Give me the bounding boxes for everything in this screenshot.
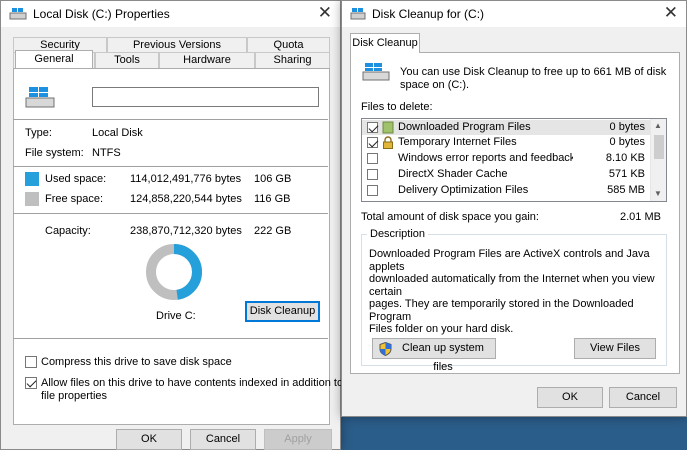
disk-cleanup-button[interactable]: Disk Cleanup: [245, 301, 320, 322]
capacity-gb: 222 GB: [254, 225, 292, 237]
used-space-swatch: [25, 172, 39, 186]
close-icon[interactable]: ✕: [664, 3, 678, 23]
total-gain-label: Total amount of disk space you gain:: [361, 211, 539, 223]
index-checkbox[interactable]: [25, 377, 37, 389]
shield-icon: [379, 342, 392, 356]
free-space-bytes: 124,858,220,544 bytes: [130, 193, 242, 205]
disk-cleanup-window: Disk Cleanup for (C:) ✕ Disk Cleanup You…: [341, 0, 687, 417]
list-scrollbar[interactable]: ▲ ▼: [650, 119, 666, 201]
file-name: DirectX Shader Cache: [398, 168, 508, 180]
tab-hardware[interactable]: Hardware: [159, 52, 255, 68]
divider: [13, 166, 328, 167]
tab-disk-cleanup[interactable]: Disk Cleanup: [350, 33, 420, 53]
filesystem-value: NTFS: [92, 147, 121, 159]
intro-line2: space on (C:).: [400, 79, 470, 91]
free-space-gb: 116 GB: [254, 193, 291, 205]
file-name: Downloaded Program Files: [398, 121, 531, 133]
index-label-line1: Allow files on this drive to have conten…: [41, 377, 344, 389]
drive-label: Drive C:: [156, 310, 196, 322]
used-space-gb: 106 GB: [254, 173, 292, 185]
description-line: Files folder on your hard disk.: [369, 323, 514, 335]
files-listbox[interactable]: Downloaded Program Files 0 bytes Tempora…: [361, 118, 667, 202]
view-files-button[interactable]: View Files: [574, 338, 656, 359]
file-name: Windows error reports and feedback di...: [398, 152, 573, 164]
file-checkbox[interactable]: [367, 137, 378, 148]
divider: [13, 119, 328, 120]
filesystem-label: File system:: [25, 147, 84, 159]
file-size: 0 bytes: [609, 121, 645, 133]
type-label: Type:: [25, 127, 52, 139]
list-item[interactable]: Windows error reports and feedback di...…: [362, 151, 651, 166]
tab-previous-versions[interactable]: Previous Versions: [107, 37, 247, 53]
file-checkbox[interactable]: [367, 153, 378, 164]
scroll-up-icon[interactable]: ▲: [654, 121, 662, 130]
file-size: 585 MB: [607, 184, 645, 196]
clean-up-system-files-button[interactable]: Clean up system files: [372, 338, 496, 373]
index-label-line2: file properties: [41, 390, 108, 402]
drive-large-icon: [362, 63, 390, 81]
drive-large-icon: [25, 87, 55, 108]
file-size: 571 KB: [608, 168, 645, 180]
file-checkbox[interactable]: [367, 185, 378, 196]
tab-tools-label[interactable]: Tools: [95, 52, 159, 68]
folder-icon: [382, 121, 394, 134]
files-to-delete-label: Files to delete:: [361, 101, 433, 113]
usage-donut-chart: [146, 244, 202, 300]
used-space-label: Used space:: [45, 173, 107, 185]
intro-line1: You can use Disk Cleanup to free up to 6…: [400, 66, 667, 78]
tab-general[interactable]: General: [15, 50, 93, 68]
lock-icon: [383, 136, 393, 149]
description-title: Description: [367, 228, 429, 240]
close-icon[interactable]: ✕: [318, 3, 332, 23]
cleanup-titlebar[interactable]: Disk Cleanup for (C:) ✕: [342, 1, 686, 27]
file-size: 8.10 KB: [605, 152, 645, 164]
description-line: downloaded automatically from the Intern…: [369, 273, 655, 298]
scroll-thumb[interactable]: [654, 135, 664, 159]
properties-window: Local Disk (C:) Properties ✕ Security Pr…: [0, 0, 344, 450]
list-item[interactable]: DirectX Shader Cache 571 KB: [362, 167, 651, 182]
file-checkbox[interactable]: [367, 122, 378, 133]
free-space-swatch: [25, 192, 39, 206]
properties-titlebar[interactable]: Local Disk (C:) Properties ✕: [1, 1, 340, 27]
list-item[interactable]: Delivery Optimization Files 585 MB: [362, 183, 651, 198]
capacity-bytes: 238,870,712,320 bytes: [130, 225, 242, 237]
drive-icon: [9, 8, 27, 20]
file-size: 0 bytes: [609, 136, 645, 148]
compress-checkbox[interactable]: [25, 356, 37, 368]
scroll-down-icon[interactable]: ▼: [654, 189, 662, 198]
cleanup-title: Disk Cleanup for (C:): [372, 7, 485, 21]
volume-label-input[interactable]: [92, 87, 319, 107]
tab-sharing[interactable]: Sharing: [255, 52, 330, 68]
description-text: Downloaded Program Files are ActiveX con…: [369, 248, 661, 336]
tab-quota[interactable]: Quota: [247, 37, 330, 53]
ok-button[interactable]: OK: [537, 387, 603, 408]
properties-title: Local Disk (C:) Properties: [33, 7, 170, 21]
ok-button[interactable]: OK: [116, 429, 182, 450]
type-value: Local Disk: [92, 127, 143, 139]
divider: [13, 338, 328, 339]
compress-label: Compress this drive to save disk space: [41, 356, 232, 368]
description-line: pages. They are temporarily stored in th…: [369, 298, 634, 323]
free-space-label: Free space:: [45, 193, 104, 205]
capacity-label: Capacity:: [45, 225, 91, 237]
cancel-button[interactable]: Cancel: [609, 387, 677, 408]
total-gain-value: 2.01 MB: [620, 211, 661, 223]
used-space-bytes: 114,012,491,776 bytes: [130, 173, 242, 185]
cleanup-drive-icon: [350, 8, 366, 20]
file-name: Delivery Optimization Files: [398, 184, 529, 196]
file-name: Temporary Internet Files: [398, 136, 517, 148]
description-line: Downloaded Program Files are ActiveX con…: [369, 248, 650, 273]
apply-button[interactable]: Apply: [264, 429, 332, 450]
cancel-button[interactable]: Cancel: [190, 429, 256, 450]
divider: [13, 213, 328, 214]
file-checkbox[interactable]: [367, 169, 378, 180]
list-item[interactable]: Downloaded Program Files 0 bytes: [362, 120, 651, 135]
list-item[interactable]: Temporary Internet Files 0 bytes: [362, 135, 651, 150]
